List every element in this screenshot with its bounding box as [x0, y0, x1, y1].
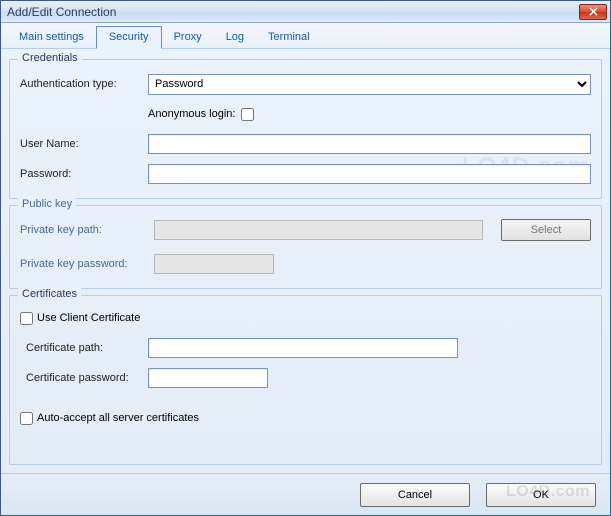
- group-public-key: Public key Private key path: Select Priv…: [9, 205, 602, 289]
- label-anonymous-login: Anonymous login:: [148, 108, 235, 120]
- label-use-client-cert: Use Client Certificate: [37, 312, 140, 324]
- label-cert-path: Certificate path:: [20, 342, 148, 354]
- group-certificates: Certificates Use Client Certificate Cert…: [9, 295, 602, 465]
- cert-path-input[interactable]: [148, 338, 458, 358]
- label-private-key-path: Private key path:: [20, 224, 154, 236]
- close-button[interactable]: [579, 4, 607, 20]
- legend-certificates: Certificates: [18, 288, 81, 300]
- tab-log[interactable]: Log: [214, 27, 256, 48]
- legend-credentials: Credentials: [18, 52, 82, 64]
- auto-accept-certs-checkbox[interactable]: [20, 412, 33, 425]
- cert-password-input[interactable]: [148, 368, 268, 388]
- tab-proxy[interactable]: Proxy: [162, 27, 214, 48]
- label-username: User Name:: [20, 138, 148, 150]
- content-area: LO4D.com Credentials Authentication type…: [1, 49, 610, 473]
- footer: Cancel OK: [1, 473, 610, 515]
- titlebar: Add/Edit Connection: [1, 1, 610, 23]
- legend-public-key: Public key: [18, 198, 76, 210]
- ok-button[interactable]: OK: [486, 483, 596, 507]
- titlebar-title: Add/Edit Connection: [7, 5, 579, 19]
- tab-security[interactable]: Security: [96, 26, 162, 49]
- group-credentials: Credentials Authentication type: Passwor…: [9, 59, 602, 199]
- private-key-path-input: [154, 220, 483, 240]
- label-private-key-password: Private key password:: [20, 258, 154, 270]
- password-input[interactable]: [148, 164, 591, 184]
- cancel-button[interactable]: Cancel: [360, 483, 470, 507]
- anonymous-login-checkbox[interactable]: [241, 108, 254, 121]
- label-cert-password: Certificate password:: [20, 372, 148, 384]
- label-auto-accept-certs: Auto-accept all server certificates: [37, 412, 199, 424]
- tab-main-settings[interactable]: Main settings: [7, 27, 96, 48]
- username-input[interactable]: [148, 134, 591, 154]
- dialog-window: Add/Edit Connection Main settings Securi…: [0, 0, 611, 516]
- tab-terminal[interactable]: Terminal: [256, 27, 322, 48]
- close-icon: [589, 7, 598, 16]
- label-auth-type: Authentication type:: [20, 78, 148, 90]
- auth-type-select[interactable]: Password: [148, 74, 591, 95]
- private-key-password-input: [154, 254, 274, 274]
- label-password: Password:: [20, 168, 148, 180]
- select-private-key-button[interactable]: Select: [501, 219, 591, 241]
- use-client-cert-checkbox[interactable]: [20, 312, 33, 325]
- tabstrip: Main settings Security Proxy Log Termina…: [1, 23, 610, 49]
